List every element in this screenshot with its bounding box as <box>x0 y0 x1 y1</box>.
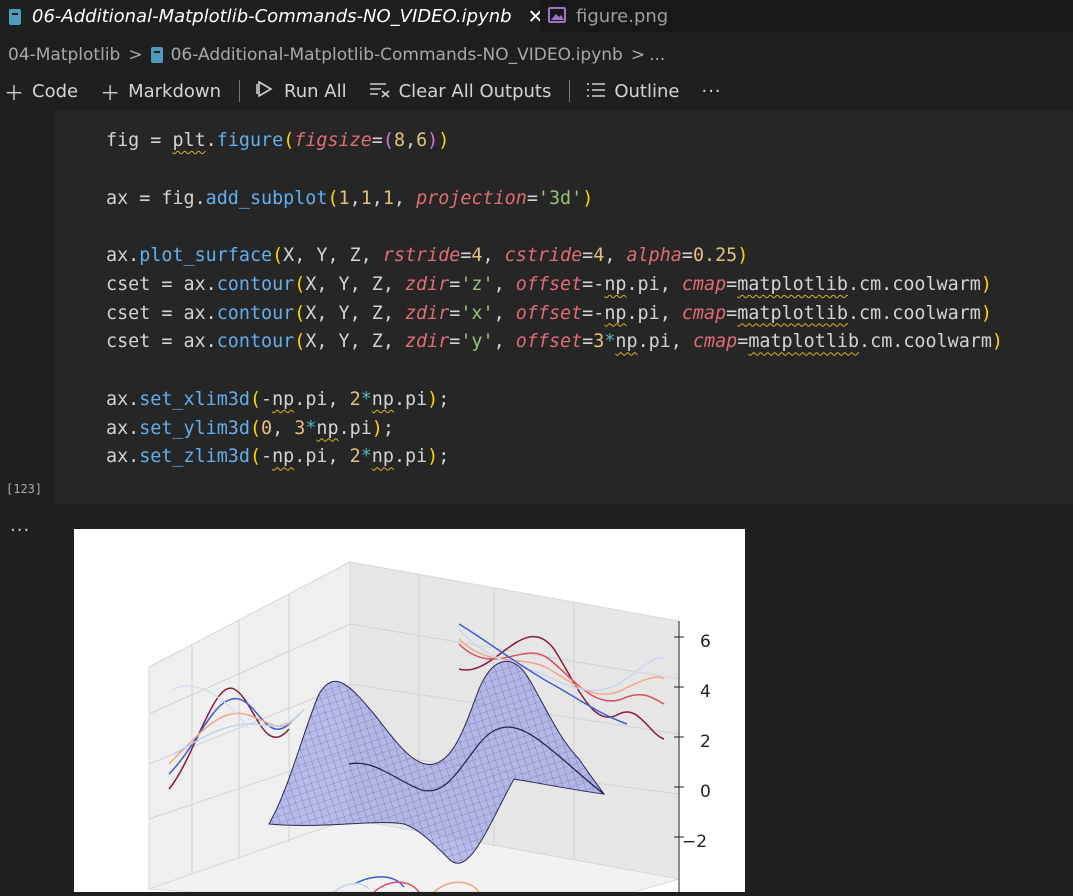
z-tick-label: 2 <box>700 732 711 752</box>
breadcrumb-more[interactable]: ... <box>649 45 665 65</box>
add-code-label: Code <box>32 80 79 102</box>
tab-figure-label: figure.png <box>576 5 669 27</box>
execution-count: [123] <box>6 482 43 496</box>
output-more-icon[interactable]: ··· <box>10 520 30 541</box>
breadcrumb: 04-Matplotlib > 06-Additional-Matplotlib… <box>0 42 665 68</box>
code-line: fig = plt.figure(figsize=(8,6)) <box>106 130 450 151</box>
plus-icon: ＋ <box>4 80 24 105</box>
toolbar-divider <box>239 80 241 102</box>
clear-all-icon <box>369 79 391 103</box>
chevron-right-icon: > <box>630 45 646 65</box>
z-tick-label: −2 <box>682 832 707 852</box>
tab-notebook-label: 06-Additional-Matplotlib-Commands-NO_VID… <box>32 6 512 27</box>
add-markdown-button[interactable]: ＋ Markdown <box>100 77 221 106</box>
run-all-icon <box>256 79 276 103</box>
image-icon <box>548 7 566 25</box>
add-code-button[interactable]: ＋ Code <box>4 77 78 106</box>
breadcrumb-file[interactable]: 06-Additional-Matplotlib-Commands-NO_VID… <box>171 45 623 65</box>
code-line: cset = ax.contour(X, Y, Z, zdir='z', off… <box>106 273 992 295</box>
notebook-toolbar: ＋ Code ＋ Markdown Run All Clear All Outp… <box>0 76 1073 106</box>
code-line: ax.set_zlim3d(-np.pi, 2*np.pi); <box>106 446 450 468</box>
code-line: ax.set_xlim3d(-np.pi, 2*np.pi); <box>106 388 450 410</box>
code-line: ax.set_ylim3d(0, 3*np.pi); <box>106 417 394 439</box>
list-icon <box>586 79 606 103</box>
code-editor[interactable]: fig = plt.figure(figsize=(8,6)) ax = fig… <box>106 127 1003 472</box>
run-all-label: Run All <box>284 80 347 102</box>
z-tick-label: 6 <box>700 632 711 652</box>
code-line: cset = ax.contour(X, Y, Z, zdir='x', off… <box>106 302 992 324</box>
3d-plot: 6 4 2 0 −2 <box>148 561 711 893</box>
breadcrumb-folder[interactable]: 04-Matplotlib <box>8 45 120 65</box>
figure-output: 6 4 2 0 −2 <box>74 529 745 893</box>
z-tick-label: 0 <box>700 782 711 802</box>
plus-icon: ＋ <box>100 80 121 105</box>
tab-bar: 06-Additional-Matplotlib-Commands-NO_VID… <box>0 0 1073 32</box>
outline-button[interactable]: Outline <box>586 79 679 103</box>
add-markdown-label: Markdown <box>128 80 222 102</box>
toolbar-divider <box>569 80 571 102</box>
cell-gutter <box>0 110 54 504</box>
chevron-right-icon: > <box>128 45 143 65</box>
outline-label: Outline <box>614 80 680 102</box>
clear-all-label: Clear All Outputs <box>398 80 552 102</box>
code-line: ax = fig.add_subplot(1,1,1, projection='… <box>106 187 594 209</box>
notebook-icon <box>150 47 163 63</box>
tab-notebook[interactable]: 06-Additional-Matplotlib-Commands-NO_VID… <box>0 0 543 32</box>
code-line: cset = ax.contour(X, Y, Z, zdir='y', off… <box>106 331 1003 353</box>
run-all-button[interactable]: Run All <box>256 79 347 103</box>
notebook-icon <box>8 8 22 26</box>
more-icon: ··· <box>701 80 722 102</box>
more-actions-button[interactable]: ··· <box>701 81 721 102</box>
clear-all-outputs-button[interactable]: Clear All Outputs <box>369 79 552 103</box>
code-line: ax.plot_surface(X, Y, Z, rstride=4, cstr… <box>106 245 749 266</box>
z-tick-label: 4 <box>700 682 711 702</box>
tab-figure[interactable]: figure.png <box>540 0 718 32</box>
